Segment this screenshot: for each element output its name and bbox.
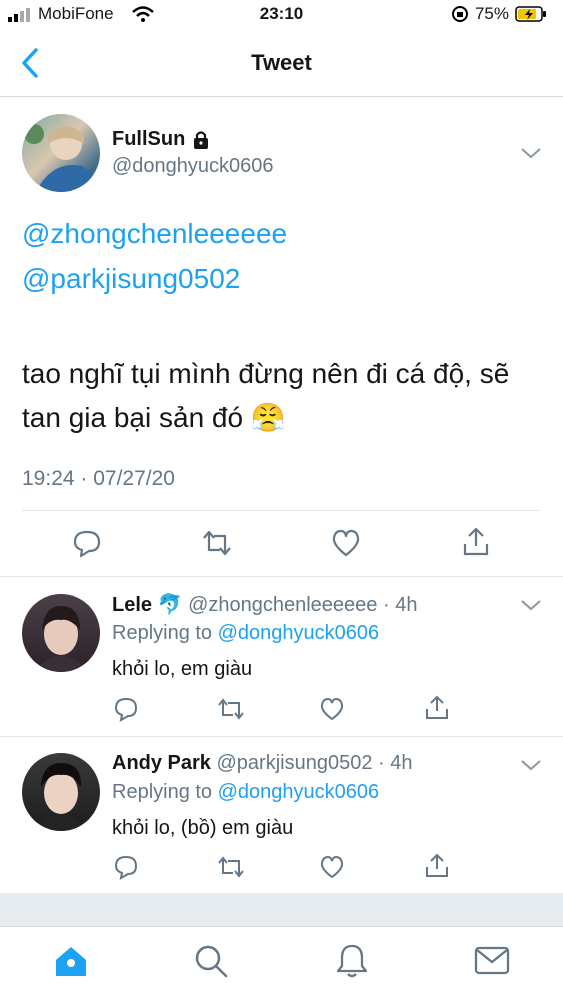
author-name[interactable]: Andy Park [112, 752, 211, 774]
like-icon[interactable] [331, 528, 361, 558]
divider [22, 510, 540, 511]
reply-text: khỏi lo, (bồ) em giàu [112, 817, 294, 839]
share-icon[interactable] [461, 526, 491, 558]
author-handle[interactable]: @donghyuck0606 [112, 155, 274, 178]
tweet-timestamp: 19:24 · 07/27/20 [22, 467, 175, 490]
replying-to-link[interactable]: @donghyuck0606 [218, 622, 380, 644]
retweet-icon[interactable] [200, 528, 234, 558]
share-icon[interactable] [424, 694, 450, 722]
lock-icon [194, 130, 209, 149]
divider [0, 576, 563, 577]
notifications-bell-icon[interactable] [334, 943, 370, 979]
retweet-icon[interactable] [216, 854, 246, 880]
replying-to-link[interactable]: @donghyuck0606 [218, 781, 380, 803]
rotation-lock-icon [451, 6, 468, 22]
home-icon[interactable] [53, 943, 89, 979]
battery-percent: 75% [474, 4, 509, 23]
avatar-image [36, 763, 86, 831]
avatar-image [24, 124, 100, 192]
reply-age: · 4h [378, 752, 413, 774]
page-title: Tweet [251, 50, 312, 75]
status-bar: MobiFone 23:10 75% [0, 0, 563, 30]
battery-indicator: 75% [451, 4, 547, 24]
mention-link[interactable]: @zhongchenleeeeee [22, 218, 287, 250]
reply-icon[interactable] [113, 696, 139, 722]
share-icon[interactable] [424, 852, 450, 880]
mention-link[interactable]: @parkjisung0502 [22, 263, 240, 295]
author-name[interactable]: Lele [112, 594, 152, 616]
chevron-down-icon[interactable] [520, 758, 542, 772]
divider [0, 736, 563, 737]
battery-icon [515, 6, 546, 22]
like-icon[interactable] [319, 854, 345, 880]
nav-bar: Tweet [0, 30, 563, 97]
avatar[interactable] [22, 114, 100, 192]
author-name[interactable]: FullSun [112, 128, 185, 151]
retweet-icon[interactable] [216, 696, 246, 722]
search-icon[interactable] [193, 943, 229, 979]
like-icon[interactable] [319, 696, 345, 722]
avatar[interactable] [22, 753, 100, 831]
dolphin-emoji: 🐬 [157, 594, 183, 616]
messages-mail-icon[interactable] [474, 945, 510, 977]
reply-icon[interactable] [72, 528, 102, 558]
chevron-down-icon[interactable] [520, 598, 542, 612]
feed-spacer [0, 893, 563, 926]
reply-icon[interactable] [113, 854, 139, 880]
reply-text: khỏi lo, em giàu [112, 658, 253, 680]
tab-bar [0, 926, 563, 1002]
reply-age: · 4h [382, 594, 418, 616]
avatar[interactable] [22, 594, 100, 672]
chevron-down-icon[interactable] [520, 146, 542, 160]
avatar-image [36, 606, 86, 672]
replying-to-label: Replying to [112, 622, 213, 644]
tweet-body: tao nghĩ tụi mình đừng nên đi cá độ, sẽ … [22, 358, 510, 433]
author-handle[interactable]: @parkjisung0502 [217, 752, 373, 774]
author-handle[interactable]: @zhongchenleeeeee [188, 594, 377, 616]
replying-to-label: Replying to [112, 781, 213, 803]
